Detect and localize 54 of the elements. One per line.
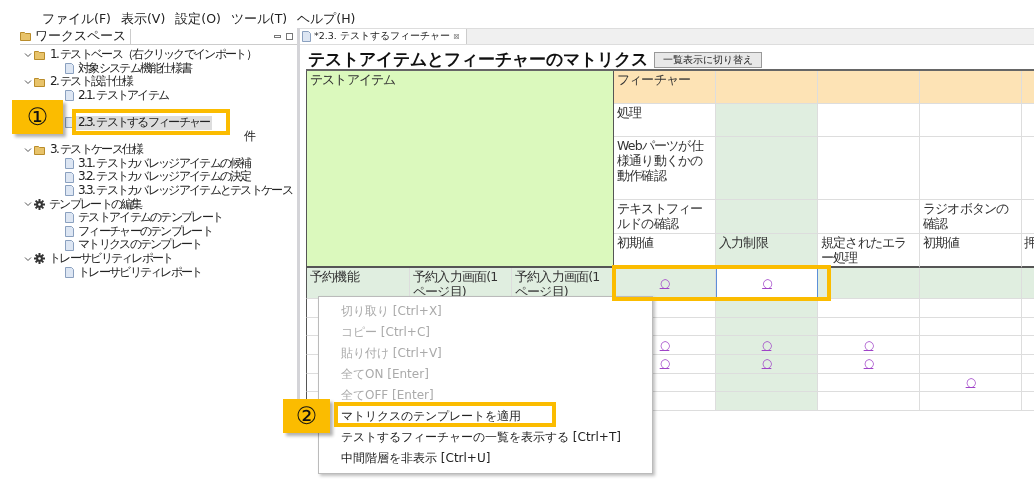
check-mark[interactable]: ○ <box>863 337 874 353</box>
header-cell: 処理 <box>614 104 716 137</box>
check-mark[interactable]: ○ <box>761 337 772 353</box>
tree-item[interactable]: テストアイテムのテンプレート <box>76 211 225 225</box>
header-cell: フィーチャー <box>614 71 716 104</box>
close-icon[interactable]: ⊠ <box>452 32 460 41</box>
menu-item[interactable]: テストするフィーチャーの一覧を表示する [Ctrl+T] <box>335 427 652 448</box>
tree-item[interactable]: 3. テストケース仕様 <box>48 143 145 157</box>
header-cell: テストアイテム <box>306 71 614 268</box>
tree-item[interactable]: 3.3. テストカバレッジアイテムとテストケース <box>76 183 294 198</box>
matrix-title: テストアイテムとフィーチャーのマトリクス <box>308 49 648 69</box>
tree-item[interactable]: 3.1. テストカバレッジアイテムの候補 <box>76 156 253 171</box>
menu-item[interactable]: ツール(T) <box>230 12 288 26</box>
tree-item[interactable]: テンプレートの編集 <box>47 197 144 212</box>
toggle-view-button[interactable]: 一覧表示に切り替え <box>654 52 762 68</box>
header-cell: ラジオボタンの確認 <box>920 200 1022 234</box>
editor-tab[interactable]: *2.3. テストするフィーチャー ⊠ <box>300 29 467 44</box>
header-cell: 規定されたエラー処理 <box>818 234 920 268</box>
tree-item[interactable]: トレーサビリティレポート <box>47 251 175 266</box>
check-mark[interactable]: ○ <box>659 356 670 372</box>
table-cell[interactable]: ○ <box>818 336 920 356</box>
tree-item[interactable]: 2. テスト設計仕様 <box>48 75 135 89</box>
tree-item[interactable]: フィーチャーのテンプレート <box>76 224 214 239</box>
header-cell: 初期値 <box>920 234 1022 268</box>
check-mark[interactable]: ○ <box>863 356 874 372</box>
menu-item[interactable]: マトリクスのテンプレートを適用 <box>335 406 652 427</box>
table-cell[interactable]: ○ <box>716 336 818 356</box>
step-badge: ① <box>12 100 63 134</box>
header-cell: テキストフィールドの確認 <box>614 200 716 234</box>
menu-item[interactable]: 表示(V) <box>120 12 166 26</box>
check-mark[interactable]: ○ <box>762 276 772 291</box>
tree-item[interactable]: 2.1. テストアイテム <box>76 88 171 103</box>
check-mark[interactable]: ○ <box>659 337 670 353</box>
header-cell: Webパーツが仕様通り動くかの動作確認 <box>614 137 716 200</box>
header-cell: 初期値 <box>614 234 716 268</box>
table-cell[interactable]: ○ <box>716 355 818 374</box>
step-badge: ② <box>283 399 330 433</box>
table-cell[interactable]: ○ <box>818 355 920 374</box>
menu-item[interactable]: ファイル(F) <box>42 12 111 26</box>
tree-item[interactable]: 対象システム機能仕様書 <box>76 61 194 76</box>
header-cell: 入力制限 <box>716 234 818 268</box>
menu-item[interactable]: ヘルプ(H) <box>297 12 356 26</box>
check-mark[interactable]: ○ <box>659 275 670 291</box>
tree-item[interactable]: 2.3. テストするフィーチャー <box>76 115 212 130</box>
menu-item[interactable]: 設定(O) <box>175 12 221 26</box>
menu-item[interactable]: 中間階層を非表示 [Ctrl+U] <box>335 448 652 469</box>
tree-item[interactable]: 3.2. テストカバレッジアイテムの決定 <box>76 170 253 184</box>
check-mark[interactable]: ○ <box>965 375 976 391</box>
tree-item[interactable]: 1. テストベース（右クリックでインポート） <box>48 48 258 62</box>
tree-item[interactable]: マトリクスのテンプレート <box>76 238 204 252</box>
workspace-tab[interactable]: ワークスペース <box>20 28 131 44</box>
tree-item[interactable]: 件 <box>242 129 257 144</box>
tree-item[interactable]: トレーサビリティレポート <box>76 265 204 280</box>
check-mark[interactable]: ○ <box>761 356 772 372</box>
